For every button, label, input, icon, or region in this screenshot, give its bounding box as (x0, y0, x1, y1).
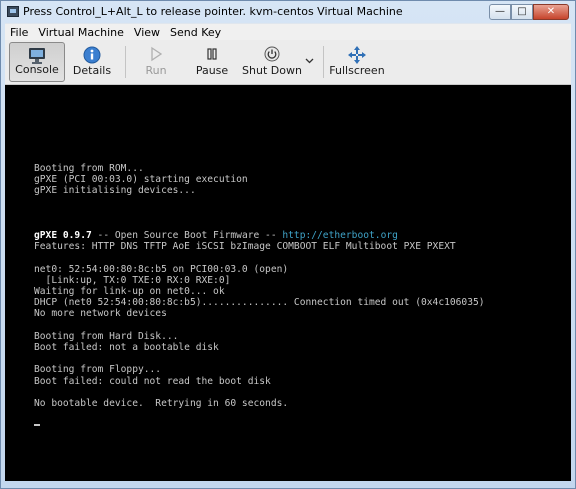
minimize-button[interactable]: — (489, 4, 511, 20)
console-line: net0: 52:54:00:80:8c:b5 on PCI00:03.0 (o… (34, 264, 485, 275)
vm-console-display[interactable]: Booting from ROM... gPXE (PCI 00:03.0) st… (5, 85, 571, 481)
console-line: [Link:up, TX:0 TXE:0 RX:0 RXE:0] (34, 275, 485, 286)
console-line: No bootable device. Retrying in 60 secon… (34, 398, 485, 409)
console-line: Boot failed: could not read the boot dis… (34, 376, 485, 387)
console-line: Features: HTTP DNS TFTP AoE iSCSI bzImag… (34, 241, 485, 252)
menu-file[interactable]: File (5, 26, 33, 39)
console-line: Waiting for link-up on net0... ok (34, 286, 485, 297)
menu-bar: File Virtual Machine View Send Key (5, 23, 571, 41)
details-label: Details (72, 64, 112, 77)
console-link: http://etherboot.org (282, 230, 398, 242)
fullscreen-label: Fullscreen (329, 64, 385, 77)
vm-monitor-icon (7, 6, 19, 17)
shutdown-menu-button[interactable] (303, 42, 317, 82)
console-text: Waiting for link-up on net0... ok (34, 286, 225, 298)
run-button[interactable]: Run (133, 42, 179, 82)
console-line: gPXE initialising devices... (34, 185, 485, 196)
console-line: Booting from ROM... (34, 163, 485, 174)
console-line: DHCP (net0 52:54:00:80:8c:b5)...........… (34, 297, 485, 308)
menu-view[interactable]: View (129, 26, 165, 39)
pause-label: Pause (195, 64, 229, 77)
console-text: gPXE initialising devices... (34, 185, 196, 197)
power-icon (264, 46, 280, 62)
console-text: Booting from Floppy... (34, 364, 162, 376)
console-line: gPXE 0.9.7 -- Open Source Boot Firmware … (34, 230, 485, 241)
console-text: No bootable device. Retrying in 60 secon… (34, 397, 289, 409)
play-icon (151, 46, 163, 62)
shutdown-button[interactable]: Shut Down (241, 42, 303, 82)
vm-window: Press Control_L+Alt_L to release pointer… (0, 0, 576, 489)
console-text: Booting from ROM... (34, 163, 144, 174)
maximize-button[interactable]: □ (511, 4, 533, 20)
menu-virtual-machine[interactable]: Virtual Machine (33, 26, 129, 39)
console-output: Booting from ROM... gPXE (PCI 00:03.0) st… (34, 163, 485, 432)
shutdown-label: Shut Down (242, 64, 302, 77)
pause-button[interactable]: Pause (189, 42, 235, 82)
console-line: Boot failed: not a bootable disk (34, 342, 485, 353)
console-text: net0: 52:54:00:80:8c:b5 on PCI00:03.0 (o… (34, 263, 289, 275)
console-line: No more network devices (34, 308, 485, 319)
details-button[interactable]: Details (67, 42, 117, 82)
console-text: Features: HTTP DNS TFTP AoE iSCSI bzImag… (34, 241, 456, 253)
close-button[interactable]: ✕ (533, 4, 569, 20)
menu-send-key[interactable]: Send Key (165, 26, 226, 39)
toolbar-separator (125, 46, 126, 78)
console-line: Booting from Floppy... (34, 364, 485, 375)
console-line: gPXE (PCI 00:03.0) starting execution (34, 174, 485, 185)
info-icon (83, 46, 101, 64)
console-text: -- Open Source Boot Firmware -- (91, 230, 283, 242)
firmware-version: gPXE 0.9.7 (34, 230, 92, 242)
console-text: Boot failed: could not read the boot dis… (34, 375, 271, 387)
console-text: Booting from Hard Disk... (34, 330, 179, 342)
title-bar[interactable]: Press Control_L+Alt_L to release pointer… (1, 1, 575, 23)
console-line (34, 420, 485, 431)
pause-icon (207, 48, 217, 60)
console-line: Booting from Hard Disk... (34, 331, 485, 342)
chevron-down-icon (305, 58, 314, 64)
console-text: DHCP (net0 52:54:00:80:8c:b5)...........… (34, 297, 485, 309)
console-text: Boot failed: not a bootable disk (34, 342, 219, 353)
text-cursor (34, 424, 40, 427)
console-label: Console (15, 63, 59, 76)
window-title: Press Control_L+Alt_L to release pointer… (23, 5, 403, 18)
toolbar-separator (323, 46, 324, 78)
run-label: Run (145, 64, 167, 77)
console-button[interactable]: Console (9, 42, 65, 82)
console-text: gPXE (PCI 00:03.0) starting execution (34, 174, 248, 186)
toolbar: Console Details Run Pause Shut Down Full… (5, 40, 571, 85)
console-text: No more network devices (34, 308, 167, 320)
fullscreen-button[interactable]: Fullscreen (329, 42, 385, 82)
window-controls: — □ ✕ (489, 4, 569, 20)
console-text: [Link:up, TX:0 TXE:0 RX:0 RXE:0] (34, 274, 231, 286)
fullscreen-arrows-icon (348, 46, 366, 64)
